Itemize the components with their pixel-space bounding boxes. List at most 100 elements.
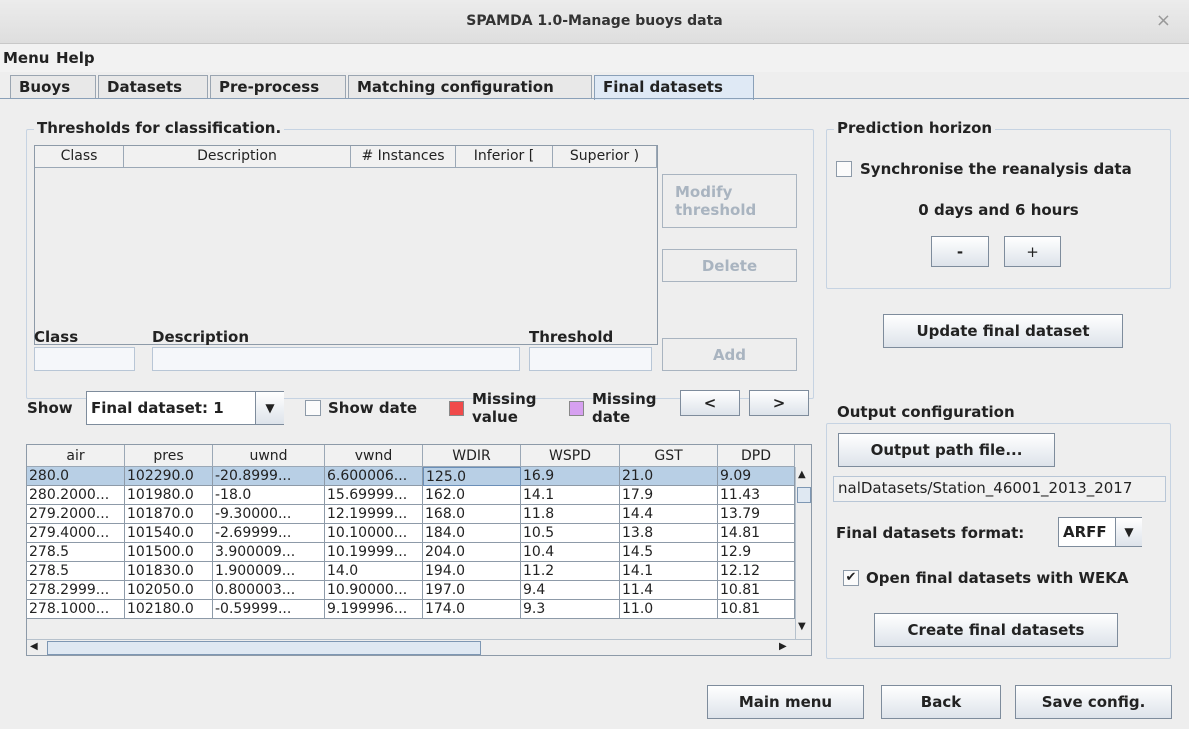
table-cell-vwnd[interactable]: 15.69999... xyxy=(325,486,423,505)
table-cell-vwnd[interactable]: 10.19999... xyxy=(325,543,423,562)
back-button[interactable]: Back xyxy=(881,685,1001,719)
table-cell-dpd[interactable]: 12.9 xyxy=(718,543,795,562)
column-header-uwnd[interactable]: uwnd xyxy=(213,445,325,467)
column-header-wdir[interactable]: WDIR xyxy=(423,445,521,467)
table-cell-dpd[interactable]: 13.79 xyxy=(718,505,795,524)
table-cell-gst[interactable]: 14.4 xyxy=(620,505,718,524)
table-cell-dpd[interactable]: 14.81 xyxy=(718,524,795,543)
table-cell-pres[interactable]: 101830.0 xyxy=(125,562,213,581)
table-cell-dpd[interactable]: 10.81 xyxy=(718,581,795,600)
output-path-button[interactable]: Output path file... xyxy=(838,433,1055,467)
table-cell-pres[interactable]: 102290.0 xyxy=(125,467,213,486)
show-date-checkbox[interactable] xyxy=(305,400,321,416)
table-cell-wdir[interactable]: 174.0 xyxy=(423,600,521,619)
description-input[interactable] xyxy=(152,347,520,371)
column-header-superior[interactable]: Superior ) xyxy=(553,146,657,168)
table-cell-air[interactable]: 278.2999... xyxy=(27,581,125,600)
save-config-button[interactable]: Save config. xyxy=(1015,685,1172,719)
delete-button[interactable]: Delete xyxy=(662,249,797,282)
column-header-instances[interactable]: # Instances xyxy=(351,146,456,168)
modify-threshold-button[interactable]: Modify threshold xyxy=(662,174,797,228)
vertical-scroll-thumb[interactable] xyxy=(797,487,811,503)
column-header-pres[interactable]: pres xyxy=(125,445,213,467)
table-cell-wspd[interactable]: 11.2 xyxy=(521,562,620,581)
output-path-field[interactable]: nalDatasets/Station_46001_2013_2017 xyxy=(833,476,1166,502)
column-header-inferior[interactable]: Inferior [ xyxy=(456,146,553,168)
next-button[interactable]: > xyxy=(749,390,809,416)
table-cell-air[interactable]: 278.1000... xyxy=(27,600,125,619)
column-header-dpd[interactable]: DPD xyxy=(718,445,795,467)
main-menu-button[interactable]: Main menu xyxy=(707,685,864,719)
table-cell-wspd[interactable]: 16.9 xyxy=(521,467,620,486)
synchronise-checkbox[interactable] xyxy=(836,161,852,177)
table-cell-pres[interactable]: 101980.0 xyxy=(125,486,213,505)
table-cell-gst[interactable]: 21.0 xyxy=(620,467,718,486)
scroll-up-icon[interactable]: ▲ xyxy=(798,469,806,480)
column-header-vwnd[interactable]: vwnd xyxy=(325,445,423,467)
column-header-air[interactable]: air xyxy=(27,445,125,467)
table-row[interactable]: 278.1000... 102180.0 -0.59999... 9.199996..… xyxy=(27,600,795,619)
menu-item-menu[interactable]: Menu xyxy=(3,49,49,67)
scroll-right-icon[interactable]: ▶ xyxy=(779,641,787,652)
previous-button[interactable]: < xyxy=(680,390,740,416)
table-cell-uwnd[interactable]: -9.30000... xyxy=(213,505,325,524)
table-cell-vwnd[interactable]: 6.600006... xyxy=(325,467,423,486)
increase-horizon-button[interactable]: + xyxy=(1004,236,1061,267)
table-cell-gst[interactable]: 13.8 xyxy=(620,524,718,543)
table-cell-wdir[interactable]: 162.0 xyxy=(423,486,521,505)
open-weka-checkbox[interactable]: ✔ xyxy=(843,570,859,586)
table-cell-wdir[interactable]: 125.0 xyxy=(423,467,521,486)
table-cell-wdir[interactable]: 197.0 xyxy=(423,581,521,600)
table-cell-wspd[interactable]: 10.5 xyxy=(521,524,620,543)
tab-matching-configuration[interactable]: Matching configuration xyxy=(348,75,592,99)
chevron-down-icon[interactable]: ▼ xyxy=(1115,518,1142,546)
table-cell-gst[interactable]: 17.9 xyxy=(620,486,718,505)
table-cell-air[interactable]: 279.4000... xyxy=(27,524,125,543)
class-input[interactable] xyxy=(34,347,135,371)
table-cell-gst[interactable]: 11.4 xyxy=(620,581,718,600)
table-cell-air[interactable]: 278.5 xyxy=(27,562,125,581)
table-cell-uwnd[interactable]: 1.900009... xyxy=(213,562,325,581)
table-cell-wdir[interactable]: 194.0 xyxy=(423,562,521,581)
table-cell-pres[interactable]: 101540.0 xyxy=(125,524,213,543)
table-row[interactable]: 278.2999... 102050.0 0.800003... 10.90000..… xyxy=(27,581,795,600)
table-cell-wdir[interactable]: 204.0 xyxy=(423,543,521,562)
horizontal-scrollbar[interactable]: ◀ ▶ xyxy=(27,639,811,655)
table-row[interactable]: 278.5 101500.0 3.900009... 10.19999... 204.0… xyxy=(27,543,795,562)
column-header-class[interactable]: Class xyxy=(35,146,124,168)
horizontal-scroll-thumb[interactable] xyxy=(47,641,481,655)
table-cell-gst[interactable]: 14.1 xyxy=(620,562,718,581)
table-cell-wspd[interactable]: 10.4 xyxy=(521,543,620,562)
final-dataset-select[interactable]: Final dataset: 1 ▼ xyxy=(86,391,284,425)
table-cell-dpd[interactable]: 12.12 xyxy=(718,562,795,581)
format-select[interactable]: ARFF ▼ xyxy=(1058,517,1142,547)
table-cell-wspd[interactable]: 11.8 xyxy=(521,505,620,524)
table-cell-wdir[interactable]: 184.0 xyxy=(423,524,521,543)
table-cell-wspd[interactable]: 14.1 xyxy=(521,486,620,505)
table-cell-vwnd[interactable]: 12.19999... xyxy=(325,505,423,524)
tab-pre-process[interactable]: Pre-process xyxy=(210,75,346,99)
table-cell-uwnd[interactable]: -20.8999... xyxy=(213,467,325,486)
update-final-dataset-button[interactable]: Update final dataset xyxy=(883,314,1123,348)
column-header-description[interactable]: Description xyxy=(124,146,351,168)
table-cell-gst[interactable]: 11.0 xyxy=(620,600,718,619)
table-cell-uwnd[interactable]: -0.59999... xyxy=(213,600,325,619)
table-cell-air[interactable]: 278.5 xyxy=(27,543,125,562)
table-cell-dpd[interactable]: 11.43 xyxy=(718,486,795,505)
vertical-scrollbar[interactable]: ▲ ▼ xyxy=(795,467,811,639)
table-row[interactable]: 279.4000... 101540.0 -2.69999... 10.10000..… xyxy=(27,524,795,543)
tab-final-datasets[interactable]: Final datasets xyxy=(594,75,754,100)
table-cell-uwnd[interactable]: 3.900009... xyxy=(213,543,325,562)
table-cell-uwnd[interactable]: -18.0 xyxy=(213,486,325,505)
scroll-down-icon[interactable]: ▼ xyxy=(798,621,806,632)
table-row[interactable]: 278.5 101830.0 1.900009... 14.0 194.0 11.2 14.… xyxy=(27,562,795,581)
table-cell-vwnd[interactable]: 14.0 xyxy=(325,562,423,581)
table-cell-air[interactable]: 280.0 xyxy=(27,467,125,486)
table-row[interactable]: 280.2000... 101980.0 -18.0 15.69999... 162.0… xyxy=(27,486,795,505)
table-cell-vwnd[interactable]: 9.199996... xyxy=(325,600,423,619)
table-cell-dpd[interactable]: 9.09 xyxy=(718,467,795,486)
table-cell-vwnd[interactable]: 10.90000... xyxy=(325,581,423,600)
table-cell-pres[interactable]: 102180.0 xyxy=(125,600,213,619)
column-header-gst[interactable]: GST xyxy=(620,445,718,467)
menu-item-help[interactable]: Help xyxy=(56,49,95,67)
